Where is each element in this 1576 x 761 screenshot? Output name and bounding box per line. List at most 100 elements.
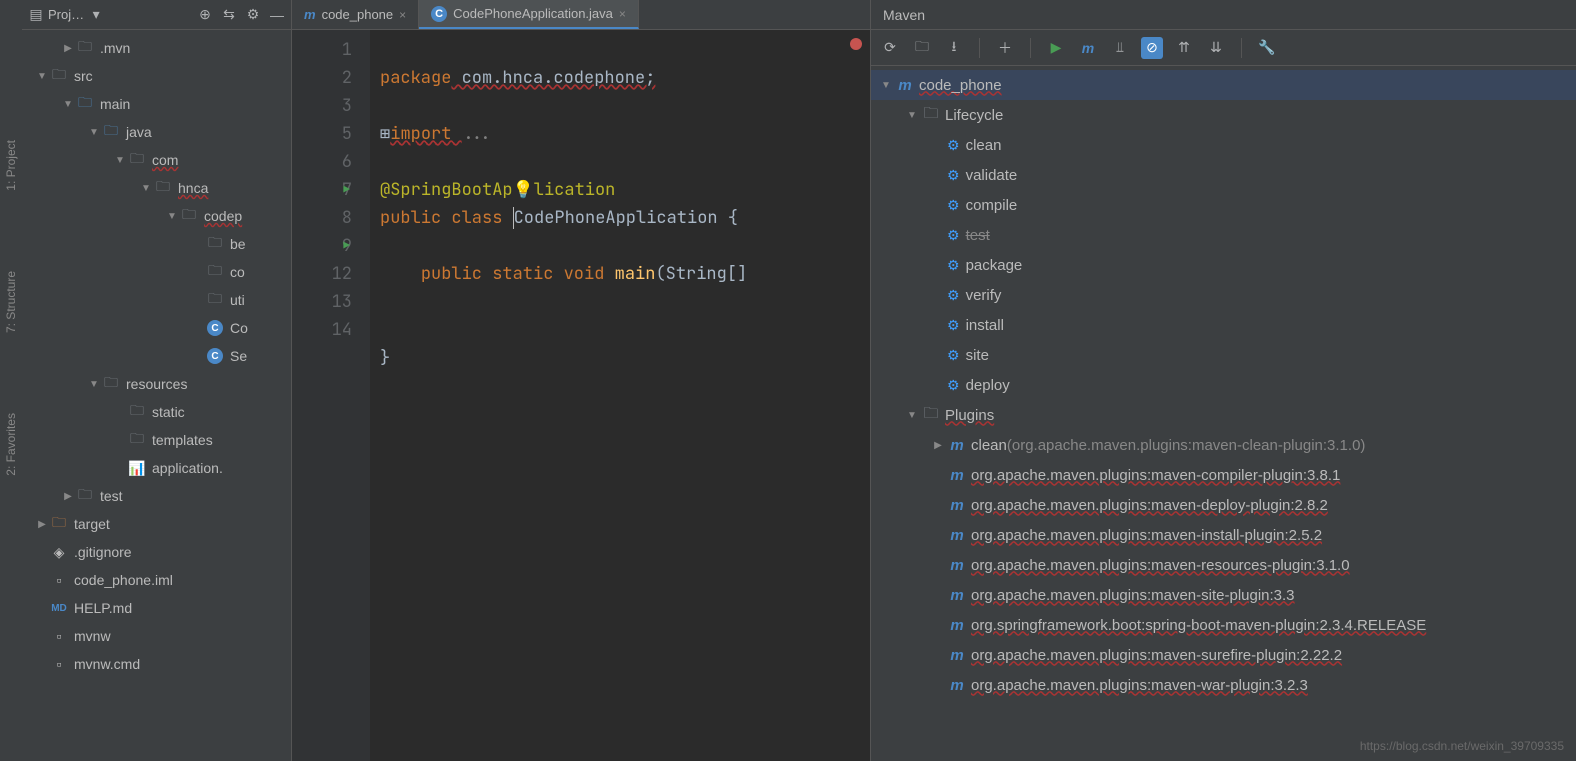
collapse-icon[interactable]: ⇆ — [221, 7, 237, 23]
tree-item[interactable]: ▼🗀main — [22, 90, 291, 118]
maven-tree-item[interactable]: morg.apache.maven.plugins:maven-deploy-p… — [871, 490, 1576, 520]
tree-item[interactable]: ▼🗀src — [22, 62, 291, 90]
editor-body[interactable]: 123567▶89▶121314 package com.hnca.codeph… — [292, 30, 870, 761]
hide-icon[interactable]: — — [269, 7, 285, 23]
settings-icon[interactable]: 🔧 — [1256, 37, 1278, 59]
generate-sources-icon[interactable]: 🗀 — [911, 37, 933, 59]
expand-arrow-icon[interactable]: ▶ — [34, 519, 50, 530]
side-tab-bar: 1: Project 7: Structure 2: Favorites — [0, 0, 22, 761]
tree-item[interactable]: CCo — [22, 314, 291, 342]
editor-tab-java[interactable]: C CodePhoneApplication.java × — [419, 0, 639, 29]
close-icon[interactable]: × — [619, 7, 626, 21]
side-tab-favorites[interactable]: 2: Favorites — [4, 413, 18, 476]
tree-item-label: templates — [152, 432, 213, 448]
maven-tree-item[interactable]: ⚙test — [871, 220, 1576, 250]
tree-item[interactable]: 🗀co — [22, 258, 291, 286]
tree-item[interactable]: ▶🗀test — [22, 482, 291, 510]
tree-item[interactable]: 🗀uti — [22, 286, 291, 314]
expand-arrow-icon[interactable]: ▼ — [86, 127, 102, 138]
tree-item[interactable]: 📊application. — [22, 454, 291, 482]
maven-tree-item[interactable]: ⚙deploy — [871, 370, 1576, 400]
expand-arrow-icon[interactable]: ▼ — [34, 71, 50, 82]
execute-goal-icon[interactable]: m — [1077, 37, 1099, 59]
tree-item[interactable]: ▼🗀hnca — [22, 174, 291, 202]
maven-tree-item[interactable]: morg.springframework.boot:spring-boot-ma… — [871, 610, 1576, 640]
maven-tab-icon: m — [304, 7, 316, 22]
tree-item[interactable]: ▼🗀codep — [22, 202, 291, 230]
maven-tree-item[interactable]: ⚙clean — [871, 130, 1576, 160]
expand-arrow-icon[interactable]: ▼ — [60, 99, 76, 110]
maven-tree-item[interactable]: ⚙compile — [871, 190, 1576, 220]
maven-tree-item[interactable]: ⚙package — [871, 250, 1576, 280]
lifecycle-item-label: install — [966, 317, 1004, 334]
maven-tree-item[interactable]: morg.apache.maven.plugins:maven-site-plu… — [871, 580, 1576, 610]
toggle-skip-tests-icon[interactable]: ⊘ — [1141, 37, 1163, 59]
intention-bulb-icon[interactable]: 💡 — [513, 179, 534, 201]
tree-item[interactable]: ▼🗀java — [22, 118, 291, 146]
tree-item[interactable]: ▶🗀.mvn — [22, 34, 291, 62]
error-indicator-icon[interactable] — [850, 38, 862, 50]
project-tree[interactable]: ▶🗀.mvn▼🗀src▼🗀main▼🗀java▼🗀com▼🗀hnca▼🗀code… — [22, 30, 291, 761]
tree-item[interactable]: ▫code_phone.iml — [22, 566, 291, 594]
code-content[interactable]: package com.hnca.codephone; ⊞import ... … — [370, 30, 870, 761]
maven-tree-item[interactable]: ▶mclean (org.apache.maven.plugins:maven-… — [871, 430, 1576, 460]
tree-item-label: codep — [204, 208, 242, 224]
expand-arrow-icon[interactable]: ▼ — [877, 80, 895, 91]
expand-arrow-icon[interactable]: ▼ — [164, 211, 180, 222]
tree-item[interactable]: ▶🗀target — [22, 510, 291, 538]
properties-icon: 📊 — [128, 459, 146, 477]
tree-item[interactable]: ▼🗀com — [22, 146, 291, 174]
side-tab-structure[interactable]: 7: Structure — [4, 271, 18, 333]
reimport-icon[interactable]: ⟳ — [879, 37, 901, 59]
maven-tree-item[interactable]: ⚙site — [871, 340, 1576, 370]
maven-tree-item[interactable]: morg.apache.maven.plugins:maven-install-… — [871, 520, 1576, 550]
tree-item[interactable]: 🗀templates — [22, 426, 291, 454]
expand-arrow-icon[interactable]: ▼ — [138, 183, 154, 194]
run-gutter-icon[interactable]: ▶ — [343, 176, 350, 204]
tree-item[interactable]: 🗀be — [22, 230, 291, 258]
toggle-offline-icon[interactable]: ⫫ — [1109, 37, 1131, 59]
tree-item[interactable]: 🗀static — [22, 398, 291, 426]
close-icon[interactable]: × — [399, 8, 406, 22]
tree-item[interactable]: ▼🗀resources — [22, 370, 291, 398]
locate-icon[interactable]: ⊕ — [197, 7, 213, 23]
expand-arrow-icon[interactable]: ▶ — [60, 491, 76, 502]
run-gutter-icon[interactable]: ▶ — [343, 232, 350, 260]
lifecycle-item-label: validate — [966, 167, 1018, 184]
tree-item[interactable]: ▫mvnw — [22, 622, 291, 650]
gear-icon[interactable]: ⚙ — [245, 7, 261, 23]
tree-item[interactable]: MDHELP.md — [22, 594, 291, 622]
folder-icon: 🗀 — [76, 487, 94, 505]
expand-arrow-icon[interactable]: ▼ — [903, 110, 921, 121]
maven-tree-item[interactable]: morg.apache.maven.plugins:maven-war-plug… — [871, 670, 1576, 700]
tree-item[interactable]: ▫mvnw.cmd — [22, 650, 291, 678]
maven-tree-item[interactable]: ⚙verify — [871, 280, 1576, 310]
expand-arrow-icon[interactable]: ▶ — [929, 440, 947, 451]
maven-module-icon: m — [895, 77, 915, 94]
expand-arrow-icon[interactable]: ▼ — [86, 379, 102, 390]
maven-tree-item[interactable]: morg.apache.maven.plugins:maven-surefire… — [871, 640, 1576, 670]
expand-all-icon[interactable]: ⇊ — [1205, 37, 1227, 59]
tree-item[interactable]: ◈.gitignore — [22, 538, 291, 566]
editor-tab-maven[interactable]: m code_phone × — [292, 0, 419, 29]
plugin-name: org.apache.maven.plugins:maven-war-plugi… — [971, 677, 1308, 694]
run-icon[interactable]: ▶ — [1045, 37, 1067, 59]
add-icon[interactable]: ＋ — [994, 37, 1016, 59]
download-icon[interactable]: ⭳ — [943, 37, 965, 59]
maven-tree[interactable]: ▼mcode_phone▼🗀Lifecycle⚙clean⚙validate⚙c… — [871, 66, 1576, 761]
tree-item[interactable]: CSe — [22, 342, 291, 370]
maven-tree-item[interactable]: ▼🗀Plugins — [871, 400, 1576, 430]
maven-tree-item[interactable]: ⚙install — [871, 310, 1576, 340]
collapse-all-icon[interactable]: ⇈ — [1173, 37, 1195, 59]
maven-tree-item[interactable]: ▼🗀Lifecycle — [871, 100, 1576, 130]
dropdown-icon[interactable]: ▾ — [88, 7, 104, 23]
expand-arrow-icon[interactable]: ▶ — [60, 43, 76, 54]
side-tab-project[interactable]: 1: Project — [4, 140, 18, 191]
expand-arrow-icon[interactable]: ▼ — [903, 410, 921, 421]
maven-tree-item[interactable]: ▼mcode_phone — [871, 70, 1576, 100]
maven-tree-item[interactable]: ⚙validate — [871, 160, 1576, 190]
maven-tree-item[interactable]: morg.apache.maven.plugins:maven-compiler… — [871, 460, 1576, 490]
folder-icon: 🗀 — [102, 375, 120, 393]
expand-arrow-icon[interactable]: ▼ — [112, 155, 128, 166]
maven-tree-item[interactable]: morg.apache.maven.plugins:maven-resource… — [871, 550, 1576, 580]
